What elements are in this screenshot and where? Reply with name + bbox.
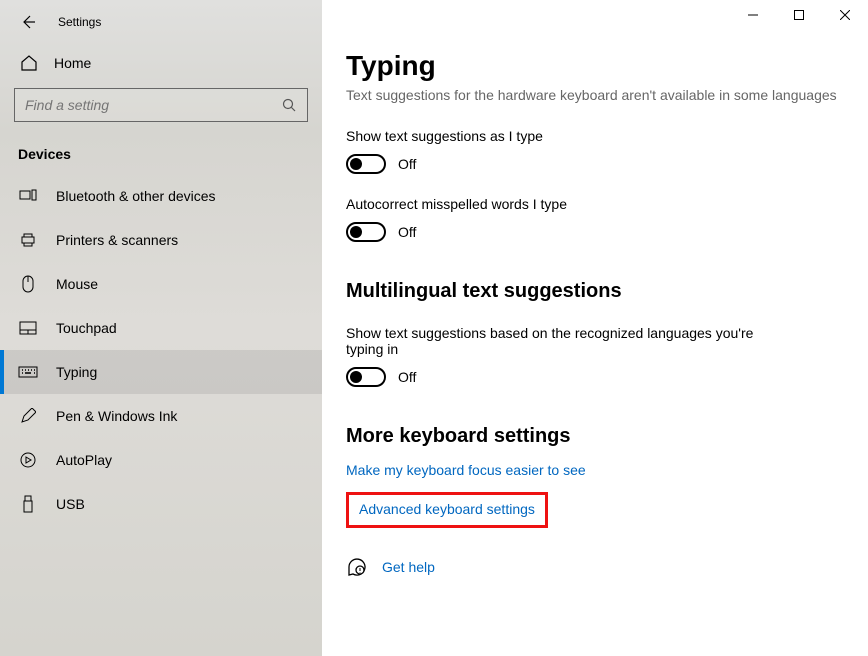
mouse-icon <box>18 274 38 294</box>
keyboard-icon <box>18 362 38 382</box>
window-title: Settings <box>58 15 101 29</box>
minimize-button[interactable] <box>730 0 776 30</box>
link-get-help[interactable]: Get help <box>382 559 435 575</box>
printer-icon <box>18 230 38 250</box>
nav-label: AutoPlay <box>56 452 112 468</box>
sidebar-item-usb[interactable]: USB <box>0 482 322 526</box>
nav-label: Pen & Windows Ink <box>56 408 177 424</box>
help-icon <box>346 556 368 578</box>
page-title: Typing <box>346 50 844 82</box>
toggle-state: Off <box>398 224 416 240</box>
search-box[interactable] <box>14 88 308 122</box>
opt-multilingual-label: Show text suggestions based on the recog… <box>346 325 766 357</box>
section-more-keyboard: More keyboard settings <box>346 425 844 448</box>
main-content: Typing Text suggestions for the hardware… <box>322 0 868 656</box>
toggle-autocorrect[interactable] <box>346 222 386 242</box>
toggle-multilingual[interactable] <box>346 367 386 387</box>
home-icon <box>20 54 38 72</box>
opt-show-suggestions-label: Show text suggestions as I type <box>346 128 844 144</box>
toggle-state: Off <box>398 156 416 172</box>
sidebar-item-pen[interactable]: Pen & Windows Ink <box>0 394 322 438</box>
highlight-annotation: Advanced keyboard settings <box>346 492 548 528</box>
nav-label: Mouse <box>56 276 98 292</box>
home-label: Home <box>54 55 91 71</box>
sidebar-item-typing[interactable]: Typing <box>0 350 322 394</box>
category-header: Devices <box>0 122 322 174</box>
nav-label: USB <box>56 496 85 512</box>
link-keyboard-focus[interactable]: Make my keyboard focus easier to see <box>346 462 586 478</box>
sidebar-item-autoplay[interactable]: AutoPlay <box>0 438 322 482</box>
close-button[interactable] <box>822 0 868 30</box>
sidebar-home[interactable]: Home <box>0 44 322 82</box>
opt-autocorrect-label: Autocorrect misspelled words I type <box>346 196 844 212</box>
section-multilingual: Multilingual text suggestions <box>346 280 844 303</box>
sidebar-item-touchpad[interactable]: Touchpad <box>0 306 322 350</box>
toggle-show-suggestions[interactable] <box>346 154 386 174</box>
usb-icon <box>18 494 38 514</box>
nav-label: Bluetooth & other devices <box>56 188 216 204</box>
sidebar-item-mouse[interactable]: Mouse <box>0 262 322 306</box>
back-button[interactable] <box>18 12 38 32</box>
link-advanced-keyboard[interactable]: Advanced keyboard settings <box>359 501 535 517</box>
pen-icon <box>18 406 38 426</box>
hardware-note: Text suggestions for the hardware keyboa… <box>346 86 844 106</box>
nav-label: Touchpad <box>56 320 117 336</box>
autoplay-icon <box>18 450 38 470</box>
sidebar-item-printers[interactable]: Printers & scanners <box>0 218 322 262</box>
sidebar-item-bluetooth[interactable]: Bluetooth & other devices <box>0 174 322 218</box>
search-input[interactable] <box>25 97 281 113</box>
devices-icon <box>18 186 38 206</box>
touchpad-icon <box>18 318 38 338</box>
sidebar: Settings Home Devices Bluetooth & other … <box>0 0 322 656</box>
nav-label: Printers & scanners <box>56 232 178 248</box>
search-icon <box>281 97 297 113</box>
maximize-button[interactable] <box>776 0 822 30</box>
nav-label: Typing <box>56 364 97 380</box>
toggle-state: Off <box>398 369 416 385</box>
